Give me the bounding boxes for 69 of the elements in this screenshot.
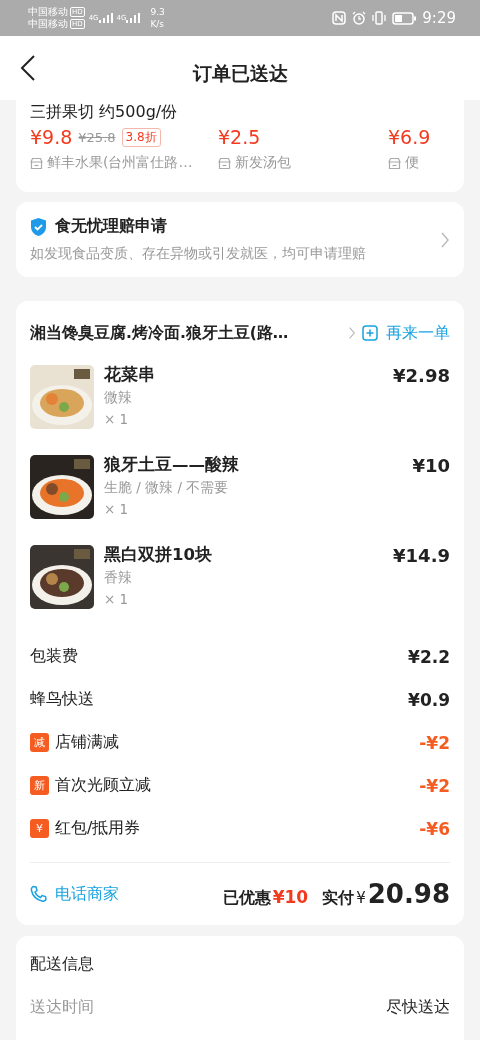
item-price: ¥10	[412, 455, 450, 478]
phone-icon	[30, 885, 47, 903]
info-label: 送达时间	[30, 997, 94, 1018]
charge-amount: -¥2	[419, 732, 450, 753]
saved-label: 已优惠	[222, 888, 271, 909]
shop-title[interactable]: 湘当馋臭豆腐.烤冷面.狼牙土豆(路…	[30, 322, 348, 344]
insurance-description: 如发现食品变质、存在异物或引发就医，均可申请理赔	[30, 245, 367, 263]
charge-label: 蜂鸟快送	[30, 689, 95, 710]
shop-icon	[388, 156, 401, 170]
section-title: 配送信息	[30, 954, 95, 975]
promo-badge: 减	[30, 733, 49, 752]
nfc-icon	[332, 11, 347, 25]
charge-label: 包装费	[30, 646, 79, 667]
carrier-name: 中国移动	[28, 6, 68, 18]
item-name: 黑白双拼10块	[104, 545, 213, 565]
info-value: 尽快送达	[386, 997, 450, 1018]
item-options: 香辣	[104, 569, 384, 587]
page-title: 订单已送达	[192, 61, 288, 86]
shop-icon	[30, 156, 43, 170]
currency-sign: ¥	[356, 889, 366, 907]
shop-name[interactable]: 新发汤包	[235, 154, 291, 172]
alarm-icon	[352, 11, 367, 25]
charge-label: 红包/抵用券	[55, 818, 142, 839]
charge-label: 首次光顾立减	[55, 775, 152, 796]
original-price: ¥25.8	[78, 129, 116, 145]
item-price: ¥2.98	[393, 365, 450, 388]
shop-name[interactable]: 便	[405, 154, 419, 172]
item-quantity: × 1	[104, 501, 130, 517]
insurance-title: 食无忧理赔申请	[55, 216, 167, 237]
reorder-button[interactable]: 再来一单	[362, 322, 450, 344]
paid-label: 实付	[322, 888, 355, 909]
promo-badge: 新	[30, 776, 49, 795]
product-title: 三拼果切 约500g/份	[30, 102, 179, 122]
charge-amount: ¥2.2	[408, 646, 450, 667]
item-price: ¥14.9	[393, 545, 450, 568]
clock-time: 9:29	[422, 9, 456, 27]
product-price: ¥2.5	[218, 126, 261, 148]
charge-label: 店铺满减	[55, 732, 120, 753]
item-quantity: × 1	[104, 591, 130, 607]
back-icon[interactable]	[18, 54, 38, 82]
item-name: 狼牙土豆——酸辣	[104, 455, 240, 475]
item-quantity: × 1	[104, 411, 130, 427]
speed-value: 9.3	[150, 6, 165, 18]
shop-name[interactable]: 鲜丰水果(台州富仕路…	[47, 154, 193, 172]
shop-icon	[218, 156, 231, 170]
plus-icon	[362, 325, 378, 341]
insurance-card[interactable]: 食无忧理赔申请 如发现食品变质、存在异物或引发就医，均可申请理赔	[16, 202, 464, 277]
charge-amount: ¥0.9	[408, 689, 450, 710]
product-price: ¥6.9	[388, 126, 431, 148]
paid-amount: 20.98	[367, 879, 450, 909]
charge-amount: -¥2	[419, 775, 450, 796]
saved-amount: ¥10	[272, 887, 309, 907]
signal-icon	[98, 13, 113, 23]
charge-amount: -¥6	[419, 818, 450, 839]
shield-check-icon	[30, 216, 47, 237]
speed-unit: K/s	[150, 18, 165, 30]
vibrate-icon	[372, 11, 387, 25]
product-price: ¥9.8	[30, 126, 73, 148]
promo-badge: ¥	[30, 819, 49, 838]
chevron-right-icon	[348, 326, 356, 340]
item-options: 生脆 / 微辣 / 不需要	[104, 479, 403, 497]
discount-tag: 3.8折	[121, 127, 161, 147]
battery-icon	[392, 11, 417, 25]
signal-icon	[126, 13, 141, 23]
item-options: 微辣	[104, 389, 384, 407]
call-shop-button[interactable]: 电话商家	[30, 883, 119, 905]
carrier-name: 中国移动	[28, 18, 68, 30]
chevron-right-icon	[440, 230, 450, 249]
item-name: 花菜串	[104, 365, 156, 385]
